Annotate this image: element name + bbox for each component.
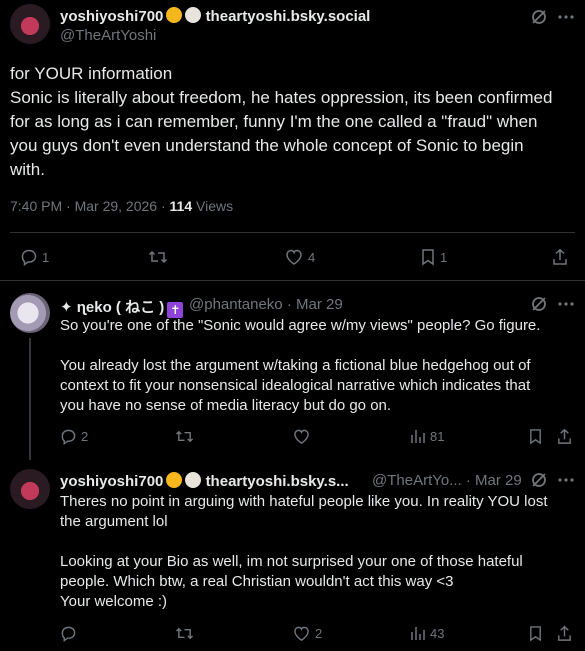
- avatar[interactable]: [10, 4, 50, 44]
- bookmark-count: 1: [440, 249, 448, 265]
- repost-icon: [175, 430, 194, 443]
- bookmark-icon: [530, 626, 541, 642]
- like-button[interactable]: 4: [284, 248, 315, 266]
- bookmark-icon: [530, 429, 541, 445]
- reply-icon: [61, 626, 76, 642]
- reply-count: 1: [42, 249, 50, 265]
- grok-icon[interactable]: [529, 470, 549, 490]
- share-icon: [558, 625, 571, 641]
- heart-icon: [294, 626, 309, 641]
- analytics-icon: [411, 430, 425, 443]
- display-name[interactable]: yoshiyoshi700: [60, 473, 163, 490]
- share-button[interactable]: [556, 625, 573, 642]
- like-count: 4: [308, 249, 316, 265]
- views-count: 114: [169, 198, 193, 214]
- heart-eyes-emoji-icon: [166, 7, 183, 23]
- repost-icon: [175, 627, 194, 640]
- reply-count: 2: [81, 429, 89, 444]
- user-handle[interactable]: @TheArtYoshi: [60, 27, 156, 44]
- repost-button[interactable]: [148, 248, 168, 266]
- reply-icon: [61, 429, 76, 445]
- reply-button[interactable]: [60, 625, 77, 642]
- heart-eyes-emoji-icon: [166, 472, 183, 488]
- like-count: 2: [315, 626, 323, 641]
- views-count: 81: [430, 428, 445, 444]
- divider: [0, 280, 585, 281]
- share-icon: [558, 428, 571, 444]
- post-date[interactable]: · Mar 29: [287, 296, 343, 313]
- repost-icon: [148, 250, 168, 264]
- post-date[interactable]: · Mar 29: [466, 472, 522, 489]
- thread-line: [29, 338, 31, 460]
- grok-icon[interactable]: [529, 7, 549, 27]
- timestamp[interactable]: 7:40 PM · Mar 29, 2026 ·: [10, 198, 170, 214]
- share-icon: [553, 248, 567, 265]
- user-handle[interactable]: @phantaneko: [189, 296, 283, 313]
- reply-button[interactable]: 2: [60, 428, 88, 445]
- display-name[interactable]: yoshiyoshi700: [60, 8, 163, 25]
- more-options-icon[interactable]: [555, 470, 577, 490]
- heart-icon: [286, 249, 302, 265]
- coffee-emoji-icon: [185, 7, 202, 23]
- grok-icon[interactable]: [529, 294, 549, 314]
- views-button[interactable]: 43: [410, 625, 444, 641]
- tweet-meta: 7:40 PM · Mar 29, 2026 · 114 Views: [10, 198, 233, 214]
- avatar[interactable]: [10, 469, 50, 509]
- reply-text: Theres no point in arguing with hateful …: [60, 493, 548, 610]
- share-button[interactable]: [556, 428, 573, 445]
- heart-icon: [294, 429, 309, 444]
- like-button[interactable]: [292, 428, 311, 445]
- analytics-icon: [411, 627, 425, 640]
- coffee-emoji-icon: [185, 472, 202, 488]
- share-button[interactable]: [551, 248, 569, 266]
- bsky-handle-text: theartyoshi.bsky.s...: [205, 473, 349, 490]
- bookmark-icon: [422, 249, 434, 266]
- bookmark-button[interactable]: [528, 625, 543, 642]
- reply-text: So you're one of the "Sonic would agree …: [60, 317, 541, 414]
- like-button[interactable]: 2: [292, 625, 322, 642]
- bookmark-button[interactable]: [528, 428, 543, 445]
- more-options-icon[interactable]: [555, 7, 577, 27]
- repost-button[interactable]: [175, 625, 194, 642]
- bsky-handle-text: theartyoshi.bsky.social: [205, 8, 371, 25]
- bookmark-button[interactable]: 1: [420, 248, 447, 266]
- views-label: Views: [192, 198, 234, 214]
- reply-button[interactable]: 1: [20, 248, 49, 266]
- repost-button[interactable]: [175, 428, 194, 445]
- views-count: 43: [430, 625, 445, 641]
- user-handle[interactable]: @TheArtYo...: [372, 472, 462, 489]
- divider: [10, 232, 575, 233]
- views-button[interactable]: 81: [410, 428, 444, 444]
- display-name[interactable]: ✦ ɳeko ( ねこ ): [60, 299, 164, 316]
- avatar[interactable]: [10, 293, 50, 333]
- tweet-text: for YOUR information Sonic is literally …: [10, 64, 553, 179]
- more-options-icon[interactable]: [555, 294, 577, 314]
- reply-icon: [21, 249, 37, 266]
